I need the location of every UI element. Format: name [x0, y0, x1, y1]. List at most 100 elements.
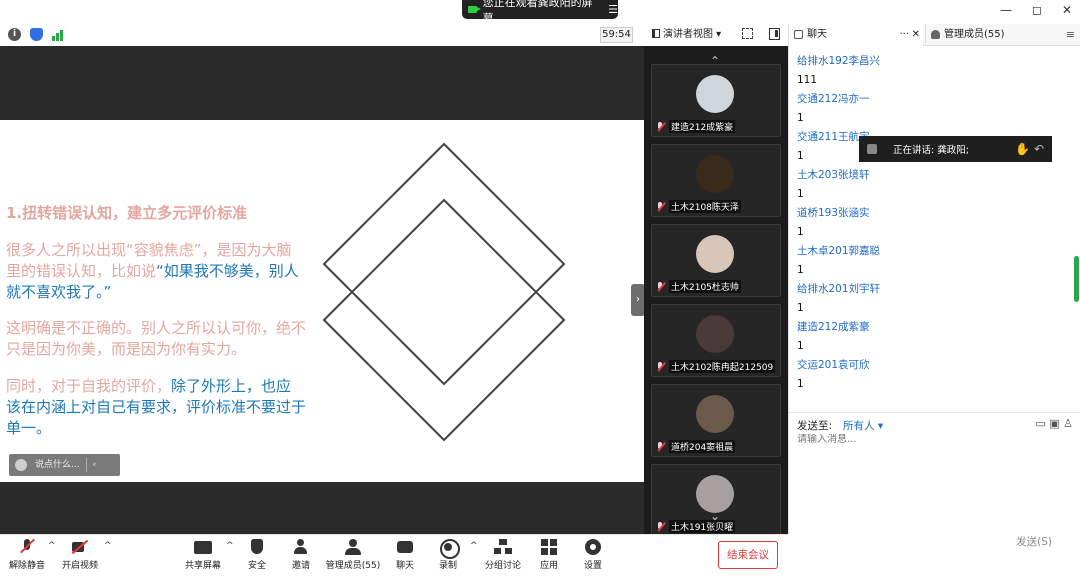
participant-name: 土木2102陈冉起212509 [669, 360, 776, 373]
send-target-select[interactable]: 所有人 ▾ [843, 418, 883, 433]
participant-video-strip: ⌃ 建造212成紫豪 土木2108陈天泽 土木2105杜志帅 土木2102陈冉起212… [644, 46, 788, 537]
raise-hand-icon[interactable]: ✋ ↶ [1015, 142, 1044, 156]
chat-button[interactable]: 聊天 [392, 539, 418, 571]
chat-message-input[interactable] [797, 434, 1067, 445]
info-icon[interactable]: i [8, 28, 21, 41]
speaker-view-icon [652, 29, 660, 38]
muted-microphone-icon [656, 521, 665, 532]
manage-members-button[interactable]: 管理成员(55) [324, 539, 382, 571]
slide-paragraph-3: 同时，对于自我的评价，除了外形上，也应该在内涵上对自己有要求，评价标准不要过于单… [6, 376, 306, 439]
security-label: 安全 [247, 561, 266, 571]
unmute-label: 解除静音 [8, 561, 45, 571]
video-off-icon [71, 539, 89, 555]
chat-message: 交运201袁可欣 1 [797, 356, 1067, 394]
close-chat-icon[interactable]: ✕ [912, 24, 920, 46]
chat-message: 土木203张境轩 1 [797, 166, 1067, 204]
participant-avatar [696, 155, 734, 193]
tab-members[interactable]: 管理成员(55) [925, 24, 1061, 46]
participant-video-tile[interactable]: 土木2105杜志帅 [651, 224, 781, 297]
diamond-upper [322, 142, 566, 386]
comment-input[interactable]: 说点什么... ‹ [9, 454, 120, 476]
participant-avatar [696, 395, 734, 433]
settings-button[interactable]: 设置 [580, 539, 606, 571]
comment-placeholder: 说点什么... [35, 460, 80, 470]
start-video-label: 开启视频 [61, 561, 98, 571]
title-bar: 您正在观看龚政阳的屏幕 ☰ — ◻ ✕ [0, 0, 1080, 25]
close-window-button[interactable]: ✕ [1062, 3, 1072, 17]
share-screen-label: 共享屏幕 [184, 561, 221, 571]
settings-label: 设置 [583, 561, 602, 571]
more-options-icon[interactable]: ··· [899, 24, 909, 46]
participant-video-tile[interactable]: 土木191张贝曜 [651, 464, 781, 537]
slide-paragraph-3-text: 同时，对于自我的评价， [6, 377, 172, 395]
chat-message: 交通212冯亦一 1 [797, 90, 1067, 128]
panel-menu-icon[interactable]: ≡ [1066, 24, 1075, 46]
chat-sender[interactable]: 土木203张境轩 [797, 166, 1067, 185]
tab-chat[interactable]: 聊天 ··· ✕ [789, 24, 923, 46]
chat-message: 建造212成紫豪 1 [797, 318, 1067, 356]
start-video-button[interactable]: 开启视频 [58, 539, 102, 571]
chat-sender[interactable]: 交运201袁可欣 [797, 356, 1067, 375]
chat-sender[interactable]: 道桥193张涵实 [797, 204, 1067, 223]
sidebar-layout-icon[interactable] [769, 28, 780, 40]
participant-name: 土木2108陈天泽 [669, 200, 741, 213]
apps-label: 应用 [539, 561, 558, 571]
slide-paragraph-2: 这明确是不正确的。别人之所以认可你，绝不只是因为你美，而是因为你有实力。 [6, 319, 307, 358]
record-button[interactable]: 录制 [434, 539, 462, 571]
security-button[interactable]: 安全 [242, 539, 272, 571]
expand-video-panel-handle[interactable]: › [631, 284, 645, 316]
chat-message: 给排水192李昌兴 111 [797, 52, 1067, 90]
chat-sender[interactable]: 交通212冯亦一 [797, 90, 1067, 109]
audio-options-caret[interactable]: ^ [48, 541, 56, 551]
tab-members-label: 管理成员(55) [944, 29, 1005, 40]
record-options-caret[interactable]: ^ [470, 541, 478, 551]
collapse-comment-icon[interactable]: ‹ [93, 454, 97, 476]
chat-tools[interactable]: ▭ ▣ ♙ [1035, 417, 1073, 430]
participant-name: 土木2105杜志帅 [669, 280, 741, 293]
fullscreen-icon[interactable] [742, 28, 753, 39]
share-options-caret[interactable]: ^ [226, 541, 234, 551]
scroll-down-icon[interactable]: ⌄ [710, 509, 720, 523]
end-meeting-button[interactable]: 结束会议 [718, 541, 778, 569]
view-mode-select[interactable]: 演讲者视图 ▾ [648, 27, 732, 43]
chat-sender[interactable]: 建造212成紫豪 [797, 318, 1067, 337]
share-screen-button[interactable]: 共享屏幕 [182, 539, 224, 571]
person-icon [931, 30, 940, 39]
chat-bubble-icon [396, 539, 414, 555]
send-button[interactable]: 发送(S) [1016, 534, 1052, 549]
chat-text: 1 [797, 112, 804, 124]
minimize-button[interactable]: — [1000, 3, 1012, 17]
encryption-shield-icon[interactable] [30, 28, 43, 41]
slide-paragraph-1: 很多人之所以出现“容貌焦虑”，是因为大脑里的错误认知，比如说“如果我不够美，别人… [6, 240, 306, 303]
chat-icon [794, 30, 803, 39]
chat-message: 土木卓201郭嘉聪 1 [797, 242, 1067, 280]
share-menu-icon[interactable]: ☰ [608, 3, 618, 16]
chat-sender[interactable]: 给排水192李昌兴 [797, 52, 1067, 71]
emoji-icon[interactable] [15, 459, 27, 471]
participant-video-tile[interactable]: 道桥204窦祖晨 [651, 384, 781, 457]
invite-button[interactable]: 邀请 [286, 539, 316, 571]
participant-avatar [696, 315, 734, 353]
chat-sender[interactable]: 给排水201刘宇轩 [797, 280, 1067, 299]
shared-screen: 1.扭转错误认知，建立多元评价标准 很多人之所以出现“容貌焦虑”，是因为大脑里的… [0, 46, 645, 534]
participant-video-tile[interactable]: 建造212成紫豪 [651, 64, 781, 137]
members-icon [344, 539, 362, 555]
video-options-caret[interactable]: ^ [104, 541, 112, 551]
muted-microphone-icon [656, 201, 665, 212]
participant-name: 建造212成紫豪 [669, 120, 736, 133]
record-icon [439, 539, 460, 559]
apps-grid-icon [540, 539, 558, 555]
maximize-button[interactable]: ◻ [1032, 3, 1042, 17]
slide-title: 1.扭转错误认知，建立多元评价标准 [6, 204, 248, 222]
breakout-icon [494, 539, 512, 555]
screen-share-indicator[interactable]: 您正在观看龚政阳的屏幕 ☰ [462, 0, 618, 25]
breakout-rooms-button[interactable]: 分组讨论 [484, 539, 522, 571]
participant-video-tile[interactable]: 土木2102陈冉起212509 [651, 304, 781, 377]
participant-video-tile[interactable]: 土木2108陈天泽 [651, 144, 781, 217]
muted-microphone-icon [18, 539, 36, 555]
unmute-button[interactable]: 解除静音 [6, 539, 48, 571]
network-signal-icon[interactable] [52, 28, 65, 41]
chat-scrollbar[interactable] [1074, 256, 1079, 302]
apps-button[interactable]: 应用 [536, 539, 562, 571]
chat-sender[interactable]: 土木卓201郭嘉聪 [797, 242, 1067, 261]
